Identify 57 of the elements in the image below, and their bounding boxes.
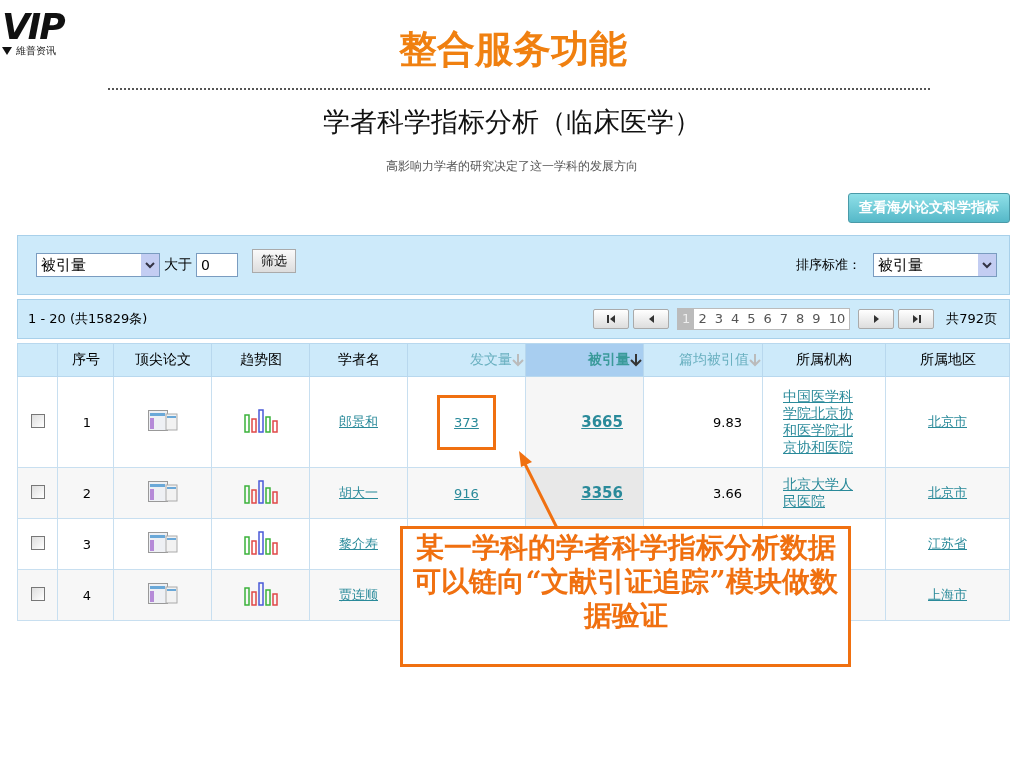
logo-name: 維普资讯 (16, 44, 56, 58)
column-header: 学者名 (309, 343, 408, 377)
slide-title: 整合服务功能 (398, 26, 628, 73)
sort-dropdown[interactable]: 被引量 (873, 253, 997, 277)
row-number: 1 (82, 414, 91, 430)
papers-link[interactable]: 916 (454, 485, 479, 501)
scholar-link[interactable]: 黎介寿 (339, 536, 378, 551)
column-header: 顶尖论文 (113, 343, 212, 377)
document-icon[interactable] (147, 409, 178, 432)
row-checkbox[interactable] (30, 535, 45, 550)
page-total: 共792页 (946, 310, 997, 328)
callout-note: 某一学科的学者科学指标分析数据可以链向“文献引证追踪”模块做数据验证 (400, 526, 851, 667)
row-number: 4 (82, 587, 91, 603)
page-heading: 学者科学指标分析（临床医学） (322, 105, 702, 139)
row-number: 2 (82, 485, 91, 501)
row-number: 3 (82, 536, 91, 552)
column-header: 序号 (57, 343, 114, 377)
document-icon[interactable] (147, 480, 178, 503)
document-icon[interactable] (147, 531, 178, 554)
citations-link[interactable]: 3356 (581, 484, 623, 502)
bar-chart-icon[interactable] (243, 479, 278, 504)
logo-mark: VIP (2, 10, 66, 44)
prev-page-button[interactable] (633, 309, 670, 329)
region-link[interactable]: 北京市 (928, 485, 967, 500)
first-page-button[interactable] (593, 309, 630, 329)
average-citations: 3.66 (713, 485, 742, 501)
average-citations: 9.83 (713, 414, 742, 430)
value-field[interactable]: 0 (196, 253, 238, 277)
row-checkbox[interactable] (30, 586, 45, 601)
operator-label: 大于 (164, 256, 192, 274)
bar-chart-icon[interactable] (243, 581, 278, 606)
citations-link[interactable]: 3665 (581, 413, 623, 431)
bar-chart-icon[interactable] (243, 530, 278, 555)
scholar-link[interactable]: 胡大一 (339, 485, 378, 500)
scholar-link[interactable]: 郎景和 (339, 414, 378, 429)
next-page-button[interactable] (858, 309, 895, 329)
scholar-link[interactable]: 贾连顺 (339, 587, 378, 602)
region-link[interactable]: 江苏省 (928, 536, 967, 551)
triangle-icon (2, 47, 12, 55)
region-link[interactable]: 上海市 (928, 587, 967, 602)
tagline: 高影响力学者的研究决定了这一学科的发展方向 (385, 158, 639, 175)
row-checkbox[interactable] (30, 413, 45, 428)
record-range: 1 - 20 (共15829条) (28, 310, 148, 328)
sort-label: 排序标准： (796, 256, 861, 274)
column-header: 所属机构 (762, 343, 886, 377)
first-page-icon[interactable] (604, 313, 618, 325)
papers-link[interactable]: 373 (454, 414, 479, 430)
column-header: 趋势图 (211, 343, 310, 377)
last-page-button[interactable] (898, 309, 935, 329)
filter-button[interactable]: 筛选 (252, 249, 296, 273)
bar-chart-icon[interactable] (243, 408, 278, 433)
region-link[interactable]: 北京市 (928, 414, 967, 429)
document-icon[interactable] (147, 582, 178, 605)
row-checkbox[interactable] (30, 484, 45, 499)
field-dropdown[interactable]: 被引量 (36, 253, 160, 277)
column-header: 所属地区 (885, 343, 1010, 377)
sort-arrow-icon[interactable] (630, 353, 642, 367)
